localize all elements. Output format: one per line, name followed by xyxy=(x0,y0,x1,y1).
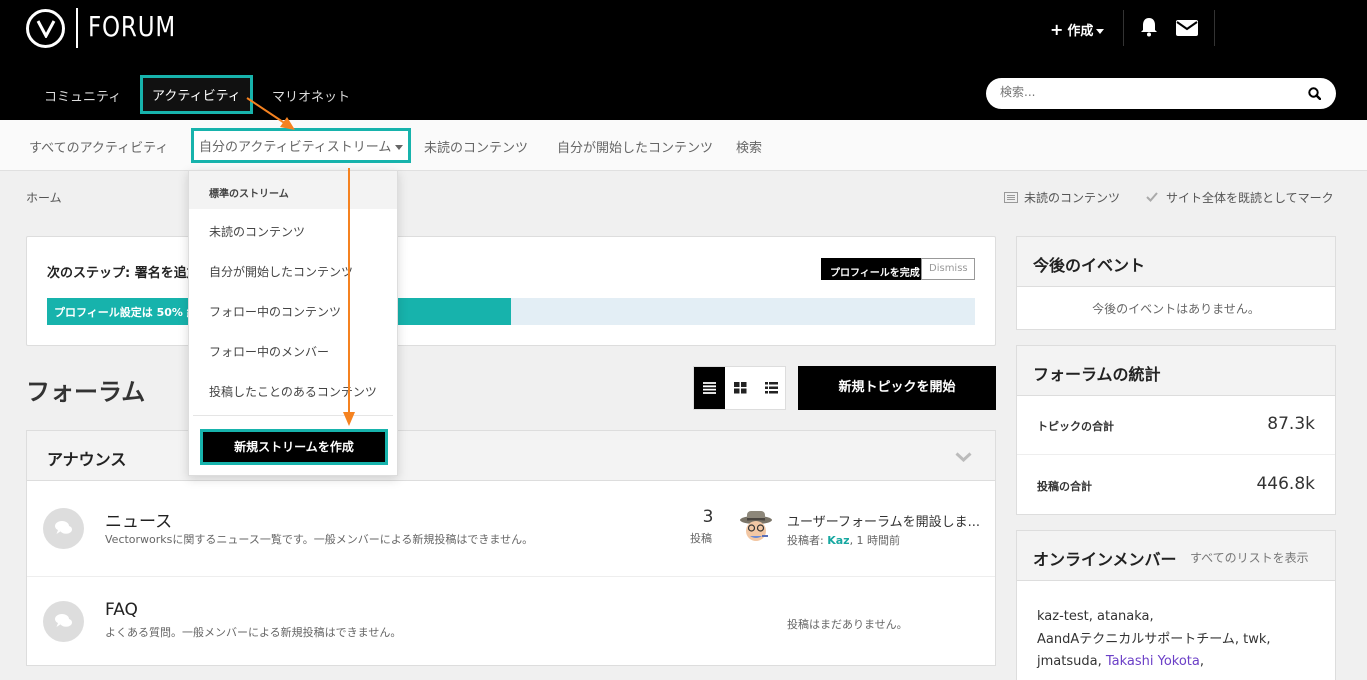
last-post-title[interactable]: ユーザーフォーラムを開設しま... xyxy=(787,511,987,530)
bell-icon[interactable] xyxy=(1139,17,1159,41)
mark-site-read-label: サイト全体を既読としてマーク xyxy=(1166,191,1334,205)
table-view-button[interactable] xyxy=(694,367,725,409)
stat-divider xyxy=(1017,454,1335,455)
caret-down-icon xyxy=(395,145,404,150)
category-header[interactable]: アナウンス xyxy=(27,431,995,481)
online-member-name[interactable]: Takashi Yokota xyxy=(1106,654,1200,669)
forum-stats-widget: フォーラムの統計 トピックの合計 87.3k 投稿の合計 446.8k xyxy=(1016,345,1336,515)
dropdown-divider xyxy=(193,415,393,416)
stat-value: 446.8k xyxy=(1256,474,1315,494)
online-members-text[interactable]: jmatsuda, xyxy=(1037,654,1106,669)
posted-by-prefix: 投稿者: xyxy=(787,534,828,547)
forum-row[interactable]: ニュース Vectorworksに関するニュース一覧です。一般メンバーによる新規… xyxy=(27,481,995,577)
forum-description: Vectorworksに関するニュース一覧です。一般メンバーによる新規投稿はでき… xyxy=(105,533,534,546)
view-toggle xyxy=(693,366,786,410)
create-stream-button[interactable]: 新規ストリームを作成 xyxy=(200,429,388,465)
category-announcements: アナウンス ニュース Vectorworksに関するニュース一覧です。一般メンバ… xyxy=(26,430,996,666)
complete-profile-button[interactable]: プロフィールを完成 xyxy=(821,258,929,280)
dropdown-header: 標準のストリーム xyxy=(189,171,397,209)
post-count-label: 投稿 xyxy=(690,532,712,545)
last-post-meta: 投稿者: Kaz, 1 時間前 xyxy=(787,532,900,548)
stat-value: 87.3k xyxy=(1267,414,1315,434)
widget-header: フォーラムの統計 xyxy=(1017,346,1335,396)
subnav-started[interactable]: 自分が開始したコンテンツ xyxy=(557,137,713,156)
nav-activity[interactable]: アクティビティ xyxy=(140,75,253,114)
forums-heading: フォーラム xyxy=(26,378,146,406)
grid-view-button[interactable] xyxy=(725,367,756,409)
online-members-widget: オンラインメンバー すべてのリストを表示 kaz-test, atanaka, … xyxy=(1016,530,1336,680)
unread-content-label: 未読のコンテンツ xyxy=(1024,191,1121,205)
stat-label: 投稿の合計 xyxy=(1037,480,1092,493)
forum-row[interactable]: FAQ よくある質問。一般メンバーによる新規投稿はできません。 投稿はまだありま… xyxy=(27,577,995,673)
widget-header: 今後のイベント xyxy=(1017,237,1335,287)
category-title: アナウンス xyxy=(47,450,127,469)
list-view-button[interactable] xyxy=(756,367,787,409)
dropdown-item[interactable]: 投稿したことのあるコンテンツ xyxy=(209,383,377,400)
subnav-my-stream[interactable]: 自分のアクティビティストリーム xyxy=(191,128,412,163)
search-box[interactable] xyxy=(986,78,1336,109)
stat-label: トピックの合計 xyxy=(1037,420,1114,433)
chevron-down-icon[interactable] xyxy=(955,451,972,466)
next-step-text: 次のステップ: 署名を追加 xyxy=(47,266,200,281)
dropdown-item[interactable]: フォロー中のコンテンツ xyxy=(209,303,341,320)
forum-description: よくある質問。一般メンバーによる新規投稿はできません。 xyxy=(105,626,402,639)
online-members-text[interactable]: AandAテクニカルサポートチーム, twk, xyxy=(1037,632,1271,647)
profile-progress-bar: プロフィール設定は 50% 終了 xyxy=(47,298,975,325)
widget-header: オンラインメンバー すべてのリストを表示 xyxy=(1017,531,1335,581)
online-members-text: , xyxy=(1199,654,1205,670)
header-divider xyxy=(1123,10,1124,46)
nav-community[interactable]: コミュニティ xyxy=(44,86,121,105)
last-post-user[interactable]: Kaz xyxy=(827,534,849,547)
nav-marionette[interactable]: マリオネット xyxy=(272,86,350,105)
checkmark-icon xyxy=(1146,191,1166,205)
unread-content-link[interactable]: 未読のコンテンツ xyxy=(1004,189,1120,206)
list-icon xyxy=(1004,191,1024,205)
site-header: FORUM + 作成 コミュニティ アクティビティ マリオネット xyxy=(0,0,1367,120)
chat-bubble-icon xyxy=(43,508,84,549)
post-count: 3 xyxy=(702,507,714,527)
new-topic-button[interactable]: 新規トピックを開始 xyxy=(798,366,996,410)
search-input[interactable] xyxy=(1000,85,1290,99)
avatar[interactable] xyxy=(736,507,776,547)
search-icon[interactable] xyxy=(1308,87,1322,104)
mail-icon[interactable] xyxy=(1176,20,1198,40)
online-members-list: kaz-test, atanaka, AandAテクニカルサポートチーム, tw… xyxy=(1037,606,1322,674)
dropdown-item[interactable]: 自分が開始したコンテンツ xyxy=(209,263,353,280)
create-stream-label: 新規ストリームを作成 xyxy=(203,432,385,462)
subnav-unread[interactable]: 未読のコンテンツ xyxy=(424,137,528,156)
vectorworks-logo-icon[interactable] xyxy=(26,9,65,48)
caret-down-icon xyxy=(1096,29,1105,34)
profile-completion-card: 次のステップ: 署名を追加 プロフィールを完成 Dismiss プロフィール設定… xyxy=(26,236,996,346)
activity-subnav: すべてのアクティビティ 自分のアクティビティストリーム 未読のコンテンツ 自分が… xyxy=(0,120,1367,171)
forum-title[interactable]: ニュース xyxy=(105,507,172,532)
widget-title: 今後のイベント xyxy=(1033,256,1146,275)
create-label: 作成 xyxy=(1067,24,1094,39)
header-divider xyxy=(1214,10,1215,46)
chat-bubble-icon xyxy=(43,601,84,642)
stream-dropdown-menu: 標準のストリーム 未読のコンテンツ 自分が開始したコンテンツ フォロー中のコンテ… xyxy=(188,170,398,476)
subnav-all-activity[interactable]: すべてのアクティビティ xyxy=(29,137,168,156)
logo-divider xyxy=(76,8,78,48)
forum-title[interactable]: FAQ xyxy=(105,600,138,620)
mark-site-read-link[interactable]: サイト全体を既読としてマーク xyxy=(1146,189,1334,206)
dropdown-item[interactable]: フォロー中のメンバー xyxy=(209,343,329,360)
online-members-text[interactable]: kaz-test, atanaka, xyxy=(1037,609,1154,624)
widget-title: フォーラムの統計 xyxy=(1033,365,1161,384)
view-all-members-link[interactable]: すべてのリストを表示 xyxy=(1190,549,1309,566)
subnav-search[interactable]: 検索 xyxy=(736,137,762,156)
create-menu-button[interactable]: + 作成 xyxy=(1050,20,1105,39)
upcoming-events-widget: 今後のイベント 今後のイベントはありません。 xyxy=(1016,236,1336,330)
no-posts-text: 投稿はまだありません。 xyxy=(787,618,908,631)
widget-title: オンラインメンバー xyxy=(1033,550,1177,569)
subnav-my-stream-label: 自分のアクティビティストリーム xyxy=(199,140,392,155)
breadcrumb-home[interactable]: ホーム xyxy=(26,189,62,206)
last-post-time: , 1 時間前 xyxy=(849,534,901,547)
dropdown-item[interactable]: 未読のコンテンツ xyxy=(209,223,305,240)
events-empty-text: 今後のイベントはありません。 xyxy=(1092,302,1260,316)
plus-icon: + xyxy=(1050,20,1064,39)
forum-logo-text[interactable]: FORUM xyxy=(88,10,176,43)
dismiss-button[interactable]: Dismiss xyxy=(921,258,975,280)
